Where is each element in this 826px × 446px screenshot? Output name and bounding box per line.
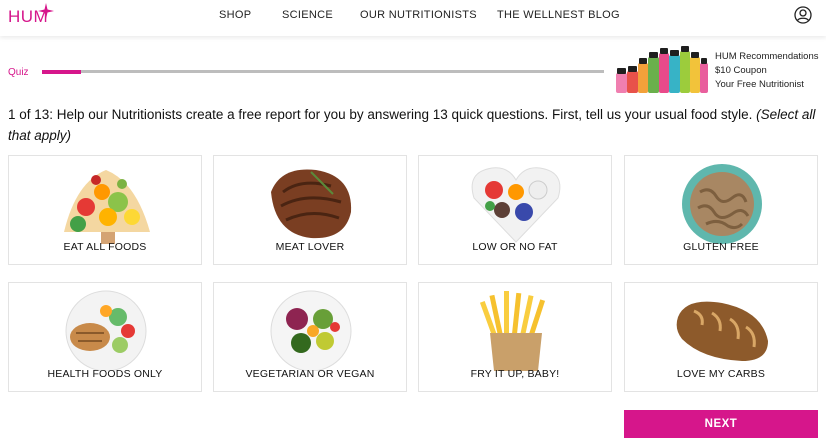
- option-label: EAT ALL FOODS: [63, 241, 147, 253]
- nav-science[interactable]: SCIENCE: [282, 9, 333, 21]
- option-label: LOW OR NO FAT: [472, 241, 558, 253]
- next-button[interactable]: NEXT: [624, 410, 818, 438]
- mixed-foods-image: [64, 170, 150, 244]
- user-circle-icon[interactable]: [794, 6, 812, 24]
- option-health-foods-only[interactable]: HEALTH FOODS ONLY: [8, 282, 202, 392]
- option-eat-all-foods[interactable]: EAT ALL FOODS: [8, 155, 202, 265]
- option-meat-lover[interactable]: MEAT LOVER: [213, 155, 407, 265]
- bread-loaf-image: [676, 301, 768, 361]
- option-label: HEALTH FOODS ONLY: [47, 368, 163, 380]
- quiz-progress-bar: [42, 69, 604, 74]
- promo-line-coupon: $10 Coupon: [715, 65, 767, 76]
- question-body: 1 of 13: Help our Nutritionists create a…: [8, 107, 757, 122]
- french-fries-image: [479, 291, 546, 371]
- nav-shop[interactable]: SHOP: [219, 9, 251, 21]
- option-gluten-free[interactable]: GLUTEN FREE: [624, 155, 818, 265]
- quiz-progress-fill: [42, 69, 82, 74]
- steak-image: [271, 169, 352, 239]
- option-fry-it-up[interactable]: FRY IT UP, BABY!: [418, 282, 612, 392]
- option-label: VEGETARIAN OR VEGAN: [245, 368, 375, 380]
- promo-line-recommendations: HUM Recommendations: [715, 51, 819, 62]
- hum-products-image: [614, 46, 709, 93]
- option-label: GLUTEN FREE: [683, 241, 759, 253]
- pasta-bowl-image: [682, 164, 762, 244]
- option-low-or-no-fat[interactable]: LOW OR NO FAT: [418, 155, 612, 265]
- option-label: FRY IT UP, BABY!: [470, 368, 560, 380]
- option-label: MEAT LOVER: [275, 241, 345, 253]
- sparkle-logo-icon: [38, 3, 54, 19]
- option-label: LOVE MY CARBS: [676, 368, 766, 380]
- chicken-salad-image: [65, 290, 147, 371]
- promo-line-nutritionist: Your Free Nutritionist: [715, 79, 804, 90]
- heart-bowl-image: [471, 167, 561, 243]
- option-love-my-carbs[interactable]: LOVE MY CARBS: [624, 282, 818, 392]
- option-vegetarian-or-vegan[interactable]: VEGETARIAN OR VEGAN: [213, 282, 407, 392]
- question-text: 1 of 13: Help our Nutritionists create a…: [8, 104, 820, 146]
- veggie-plate-image: [270, 290, 352, 371]
- nav-our-nutritionists[interactable]: OUR NUTRITIONISTS: [360, 9, 477, 21]
- quiz-label: Quiz: [8, 67, 29, 78]
- site-header: HUM SHOP SCIENCE OUR NUTRITIONISTS THE W…: [0, 0, 826, 36]
- nav-wellnest-blog[interactable]: THE WELLNEST BLOG: [497, 9, 620, 21]
